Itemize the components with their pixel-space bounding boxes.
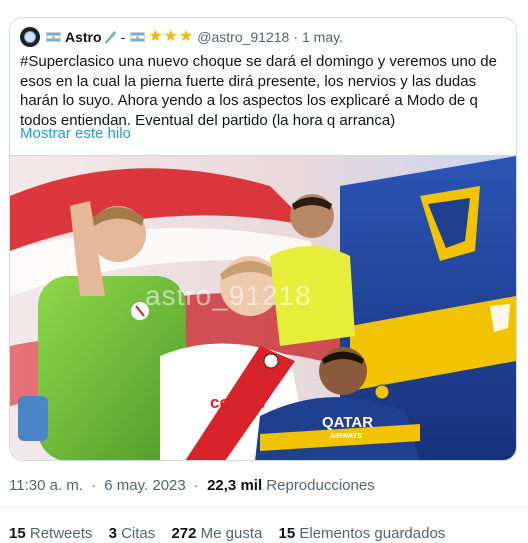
separator: ·	[193, 477, 199, 494]
argentina-flag-icon	[130, 32, 146, 42]
quoted-tweet-text: #Superclasico una nuevo choque se dará e…	[20, 53, 497, 129]
boca-sponsor-subtext: AIRWAYS	[330, 433, 362, 440]
tweet-media-image[interactable]: codere QATAR AIRWAYS astro_91218	[10, 155, 516, 460]
boca-sponsor-text: QATAR	[322, 414, 373, 431]
retweets-count: 15	[9, 525, 26, 542]
author-handle[interactable]: @astro_91218	[197, 29, 289, 45]
divider	[0, 507, 528, 508]
tweet-time[interactable]: 11:30 a. m.	[9, 477, 83, 494]
views-label: Reproducciones	[266, 477, 375, 494]
retweets-label: Retweets	[29, 525, 93, 542]
bookmarks-label: Elementos guardados	[299, 525, 446, 542]
star-icon: ★	[148, 28, 163, 45]
separator: ·	[293, 29, 298, 45]
avatar[interactable]	[20, 27, 40, 47]
likes-count: 272	[171, 525, 197, 542]
feather-icon	[104, 31, 116, 44]
star-icon: ★	[163, 28, 178, 45]
tweet-meta: 11:30 a. m. · 6 may. 2023 · 22,3 mil Rep…	[9, 477, 375, 494]
river-sponsor-text: codere	[210, 393, 266, 412]
star-icon: ★	[178, 28, 194, 45]
argentina-flag-icon	[46, 32, 61, 42]
name-suffix: -	[120, 29, 126, 45]
likes-stat[interactable]: 272 Me gusta	[171, 525, 266, 542]
quoted-tweet-card[interactable]: Astro - ★ ★ ★ @astro_91218 · 1 may. #Sup…	[9, 17, 517, 461]
tweet-full-date[interactable]: 6 may. 2023	[104, 477, 185, 494]
likes-label: Me gusta	[200, 525, 263, 542]
views-count: 22,3 mil	[207, 477, 263, 494]
quotes-count: 3	[108, 525, 117, 542]
quoted-tweet-header: Astro - ★ ★ ★ @astro_91218 · 1 may.	[20, 27, 343, 47]
image-watermark: astro_91218	[145, 280, 312, 311]
show-thread-link[interactable]: Mostrar este hilo	[20, 125, 131, 142]
quotes-label: Citas	[121, 525, 156, 542]
quotes-stat[interactable]: 3 Citas	[109, 525, 160, 542]
bookmarks-stat[interactable]: 15 Elementos guardados	[279, 525, 446, 542]
engagement-stats: 15 Retweets 3 Citas 272 Me gusta 15 Elem…	[9, 525, 457, 542]
tweet-date[interactable]: 1 may.	[302, 29, 343, 45]
retweets-stat[interactable]: 15 Retweets	[9, 525, 97, 542]
separator: ·	[91, 477, 97, 494]
bookmarks-count: 15	[278, 525, 296, 542]
author-display-name[interactable]: Astro	[65, 29, 102, 45]
